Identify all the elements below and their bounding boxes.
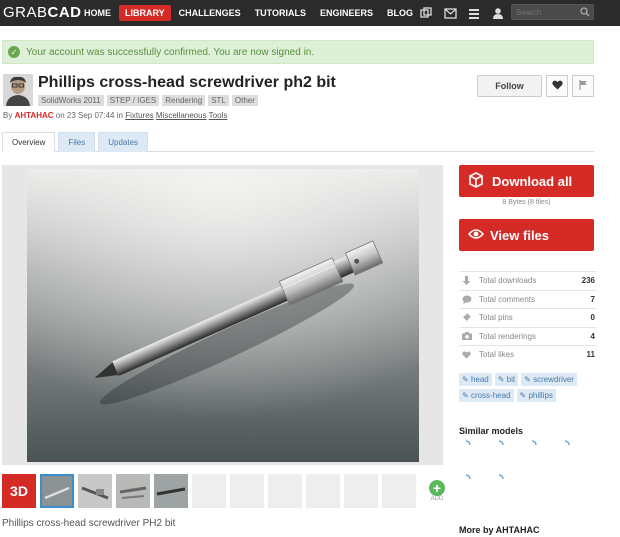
similar-models-title: Similar models [459, 426, 524, 436]
3d-view-thumb[interactable]: 3D [2, 474, 36, 508]
similar-models-loading [459, 438, 599, 486]
flag-icon [578, 79, 588, 93]
category-tools[interactable]: Tools [209, 111, 228, 120]
stat-downloads: Total downloads 236 [459, 271, 597, 290]
view-files-button[interactable]: View files [459, 219, 594, 251]
windows-icon[interactable] [418, 5, 434, 21]
nav-tutorials[interactable]: TUTORIALS [249, 5, 312, 21]
category-fixtures[interactable]: Fixtures [125, 111, 153, 120]
keyword-tag[interactable]: ✎ bit [494, 373, 519, 386]
loading-spinner-icon [498, 440, 504, 446]
check-icon: ✓ [8, 46, 20, 58]
author-link[interactable]: AHTAHAC [15, 111, 54, 120]
success-alert: ✓ Your account was successfully confirme… [2, 40, 594, 64]
software-tag[interactable]: Other [231, 95, 258, 106]
like-button[interactable] [546, 75, 568, 97]
model-viewer [2, 165, 443, 465]
nav-library[interactable]: LIBRARY [119, 5, 171, 21]
loading-spinner-icon [564, 440, 570, 446]
download-icon [459, 275, 474, 286]
stat-comments: Total comments 7 [459, 289, 597, 309]
page-title: Phillips cross-head screwdriver ph2 bit [38, 74, 336, 91]
follow-button[interactable]: Follow [477, 75, 542, 97]
software-tag[interactable]: STEP / IGES [106, 95, 160, 106]
render-image[interactable] [27, 169, 419, 462]
software-tag[interactable]: STL [208, 95, 229, 106]
model-tabs: Overview Files Updates [2, 132, 594, 152]
software-tag[interactable]: SolidWorks 2011 [38, 95, 104, 106]
heart-icon [551, 80, 563, 93]
gallery-thumb[interactable] [78, 474, 112, 508]
nav-blog[interactable]: BLOG [381, 5, 419, 21]
top-icons [418, 5, 514, 21]
model-description: Phillips cross-head screwdriver PH2 bit [2, 518, 176, 529]
category-miscellaneous[interactable]: Miscellaneous [156, 111, 207, 120]
author-avatar[interactable] [3, 74, 33, 106]
loading-spinner-icon [498, 474, 504, 480]
mail-icon[interactable] [442, 5, 458, 21]
keyword-tag[interactable]: ✎ cross-head [459, 389, 514, 402]
pin-icon [459, 312, 474, 323]
search-input[interactable] [512, 5, 580, 19]
heart-icon [459, 351, 474, 359]
grabcad-logo[interactable]: GRABCAD [3, 4, 82, 21]
loading-spinner-icon [465, 474, 471, 480]
tab-updates[interactable]: Updates [98, 132, 149, 152]
empty-thumb [268, 474, 302, 508]
download-all-button[interactable]: Download all [459, 165, 594, 197]
loading-spinner-icon [531, 440, 537, 446]
stat-pins: Total pins 0 [459, 308, 597, 327]
stat-renderings: Total renderings 4 [459, 326, 597, 346]
plus-icon: + [429, 480, 445, 496]
nav-challenges[interactable]: CHALLENGES [173, 5, 247, 21]
tab-overview[interactable]: Overview [2, 132, 56, 152]
nav-home[interactable]: HOME [78, 5, 117, 21]
empty-thumb [306, 474, 340, 508]
search-icon[interactable] [580, 7, 590, 20]
nav-engineers[interactable]: ENGINEERS [314, 5, 379, 21]
gallery-thumb[interactable] [40, 474, 74, 508]
comment-icon [459, 295, 474, 304]
flag-button[interactable] [572, 75, 594, 97]
more-by-author-title: More by AHTAHAC [459, 525, 540, 535]
top-navbar: GRABCAD HOME LIBRARY CHALLENGES TUTORIAL… [0, 0, 620, 26]
byline: By AHTAHAC on 23 Sep 07:44 in Fixtures M… [3, 111, 228, 120]
alert-message: Your account was successfully confirmed.… [26, 46, 315, 58]
eye-icon [467, 228, 490, 243]
keyword-tag[interactable]: ✎ phillips [516, 389, 556, 402]
cube-icon [468, 171, 492, 191]
software-tag[interactable]: Rendering [162, 95, 206, 106]
keyword-tags: ✎ head ✎ bit ✎ screwdriver ✎ cross-head … [459, 373, 599, 405]
gallery-thumb[interactable] [116, 474, 150, 508]
user-icon[interactable] [490, 5, 506, 21]
gallery-thumbnails: 3D + ADD [2, 474, 458, 508]
download-size: 8 Bytes (8 files) [502, 199, 551, 206]
software-tags: SolidWorks 2011 STEP / IGES Rendering ST… [38, 95, 261, 106]
add-image-button[interactable]: + ADD [420, 474, 454, 508]
loading-spinner-icon [465, 440, 471, 446]
empty-thumb [344, 474, 378, 508]
empty-thumb [382, 474, 416, 508]
empty-thumb [192, 474, 226, 508]
empty-thumb [230, 474, 264, 508]
main-nav: HOME LIBRARY CHALLENGES TUTORIALS ENGINE… [78, 0, 421, 26]
menu-icon[interactable] [466, 5, 482, 21]
keyword-tag[interactable]: ✎ head [459, 373, 492, 386]
search-box [511, 4, 594, 20]
keyword-tag[interactable]: ✎ screwdriver [521, 373, 577, 386]
gallery-thumb[interactable] [154, 474, 188, 508]
tab-files[interactable]: Files [58, 132, 96, 152]
stat-likes: Total likes 11 [459, 345, 597, 364]
camera-icon [459, 332, 474, 341]
model-stats: Total downloads 236 Total comments 7 Tot… [459, 271, 597, 364]
